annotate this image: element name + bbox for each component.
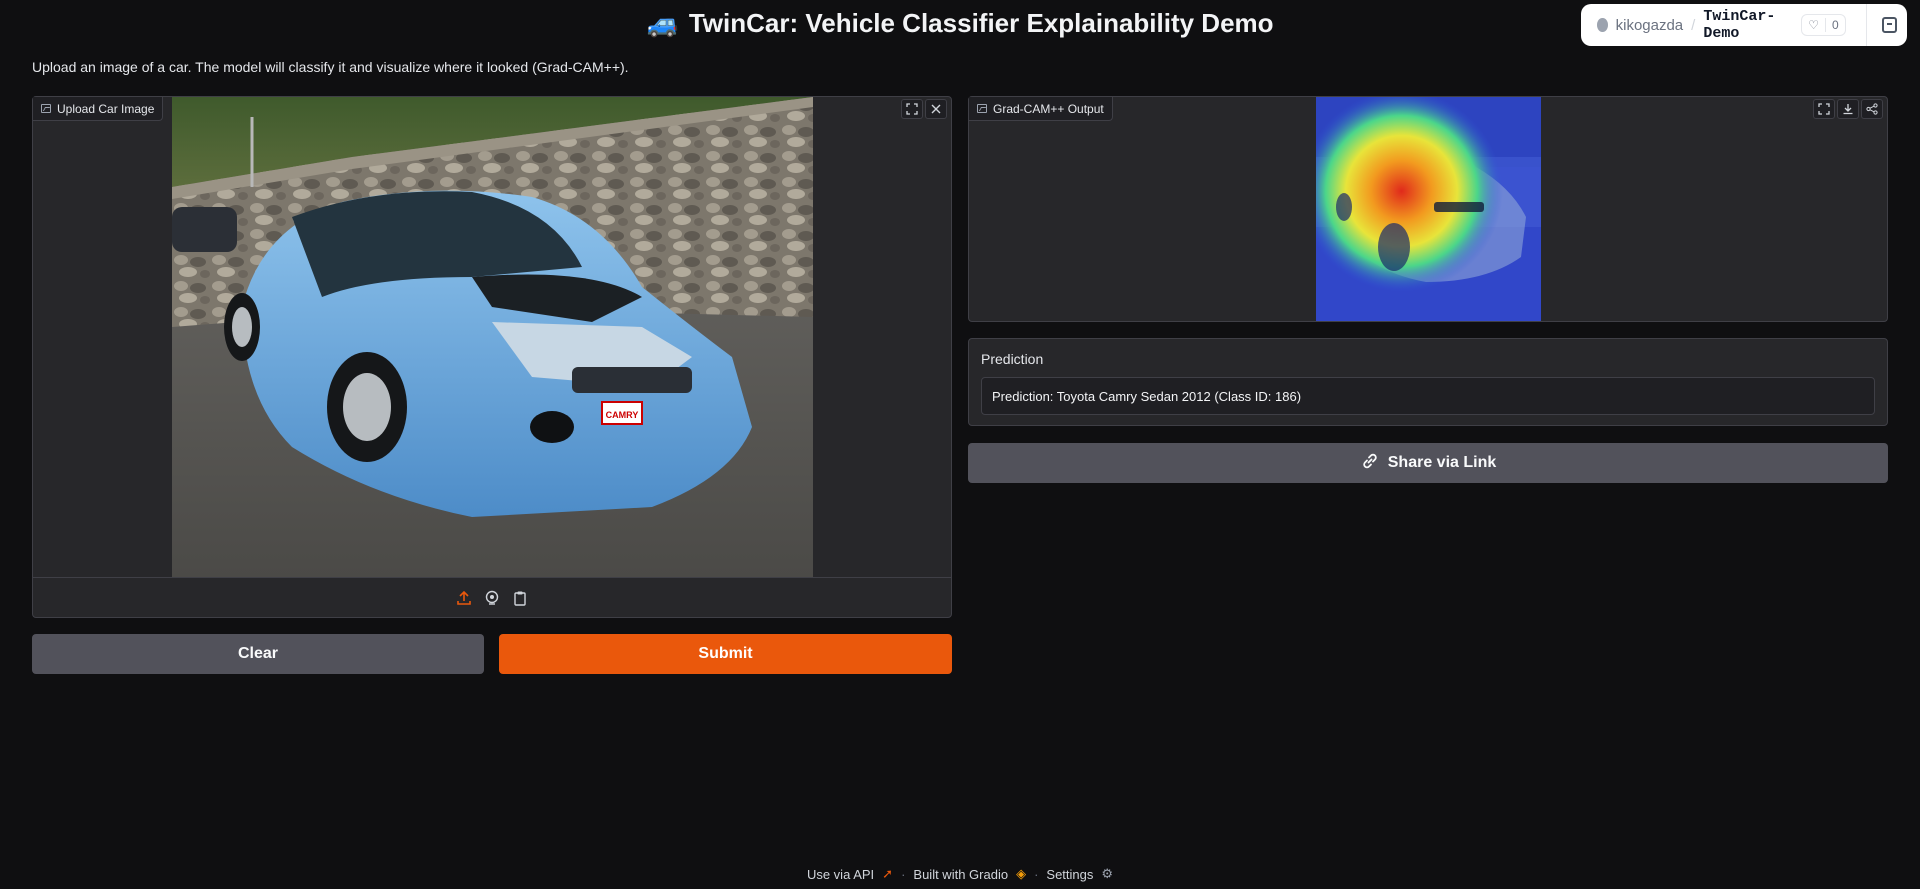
clear-button[interactable]: Clear (32, 634, 484, 674)
upload-label-text: Upload Car Image (57, 101, 155, 116)
image-source-bar (33, 577, 951, 617)
heart-icon: ♡ (1808, 18, 1819, 32)
app-description: Upload an image of a car. The model will… (32, 59, 629, 75)
footer-separator: · (1034, 866, 1039, 882)
use-via-api-link[interactable]: Use via API (807, 867, 874, 882)
gradcam-heatmap-image (1316, 97, 1541, 321)
hf-space-badge[interactable]: kikogazda / TwinCar-Demo ♡ 0 (1581, 4, 1907, 46)
badge-divider (1865, 4, 1867, 46)
gradcam-label-text: Grad-CAM++ Output (993, 101, 1104, 116)
built-with-gradio-link[interactable]: Built with Gradio (913, 867, 1008, 882)
settings-link[interactable]: Settings (1046, 867, 1093, 882)
gear-icon[interactable]: ⚙ (1101, 866, 1113, 882)
share-label: Share via Link (1387, 454, 1497, 471)
upload-panel-label: Upload Car Image (33, 97, 164, 121)
gradio-logo-icon: ◈ (1016, 866, 1027, 881)
space-owner[interactable]: kikogazda (1616, 17, 1684, 34)
webcam-icon[interactable] (484, 590, 500, 606)
page-footer: Use via API ➚ · Built with Gradio ◈ · Se… (0, 866, 1920, 882)
upload-icon[interactable] (456, 590, 472, 606)
gradcam-output-panel: Grad-CAM++ Output (968, 96, 1888, 322)
image-icon (977, 104, 987, 113)
gradcam-toolbar (1813, 99, 1883, 119)
upload-toolbar (901, 99, 947, 119)
footer-separator: · (901, 866, 906, 882)
link-icon (1360, 451, 1380, 476)
rocket-icon: ➚ (882, 866, 894, 881)
uploaded-car-image: CAMRY (172, 97, 813, 577)
upload-image-panel[interactable]: Upload Car Image CAMRY (32, 96, 952, 618)
collapse-icon[interactable] (1882, 17, 1897, 33)
fullscreen-icon[interactable] (901, 99, 923, 119)
like-count: 0 (1824, 18, 1845, 32)
gradcam-panel-label: Grad-CAM++ Output (969, 97, 1113, 121)
share-icon[interactable] (1861, 99, 1883, 119)
prediction-panel: Prediction Prediction: Toyota Camry Seda… (968, 338, 1888, 426)
prediction-output: Prediction: Toyota Camry Sedan 2012 (Cla… (981, 377, 1875, 415)
fullscreen-icon[interactable] (1813, 99, 1835, 119)
car-emoji-icon: 🚙 (646, 8, 679, 38)
prediction-label: Prediction (981, 351, 1044, 367)
like-button[interactable]: ♡ 0 (1801, 14, 1846, 36)
close-icon[interactable] (925, 99, 947, 119)
image-icon (41, 104, 51, 113)
space-repo-name[interactable]: TwinCar-Demo (1703, 8, 1785, 42)
page-title: TwinCar: Vehicle Classifier Explainabili… (688, 8, 1274, 38)
download-icon[interactable] (1837, 99, 1859, 119)
avatar (1597, 18, 1608, 32)
submit-button[interactable]: Submit (499, 634, 952, 674)
license-plate-text: CAMRY (606, 410, 639, 420)
clipboard-icon[interactable] (512, 590, 528, 606)
share-via-link-button[interactable]: Share via Link (968, 443, 1888, 483)
path-separator: / (1691, 16, 1696, 34)
